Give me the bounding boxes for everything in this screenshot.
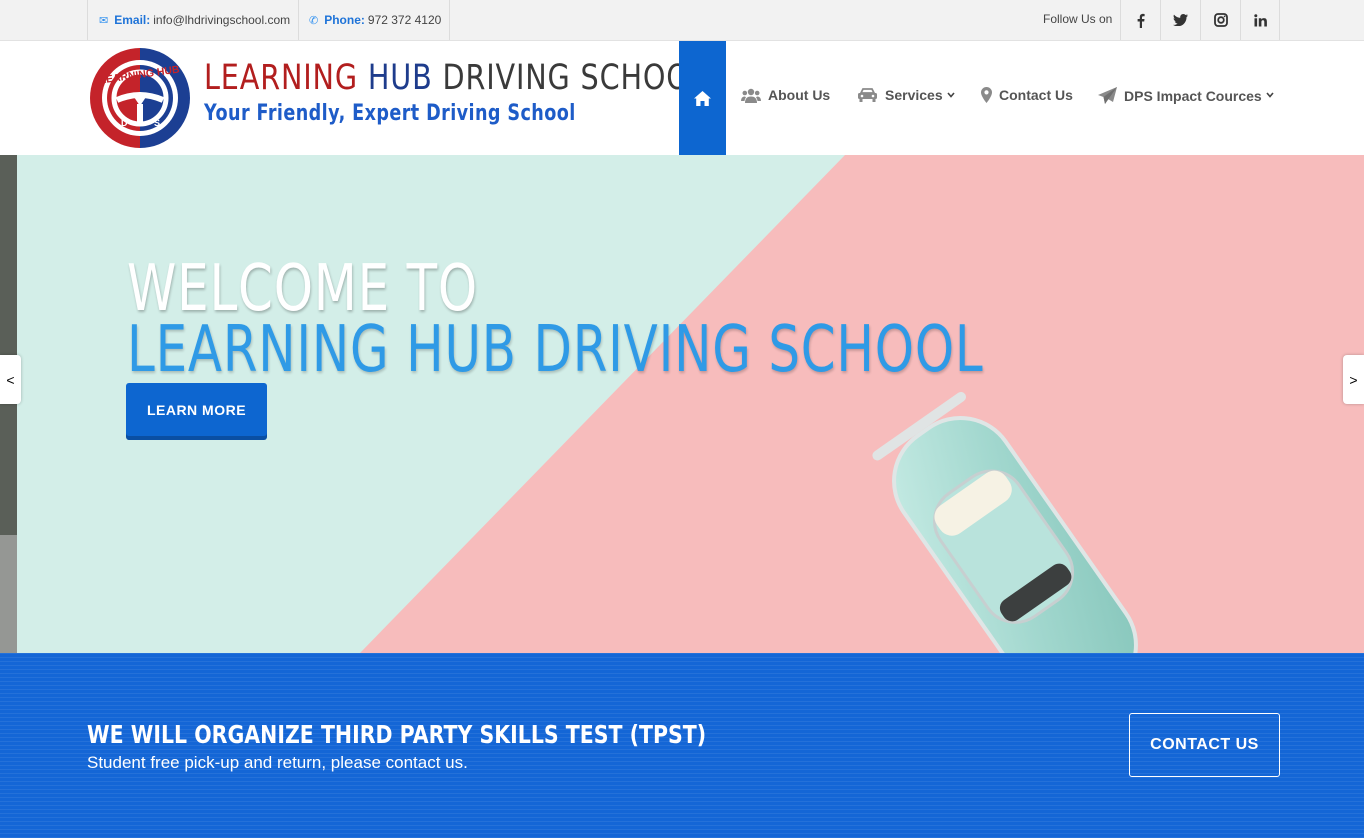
callout-subtitle: Student free pick-up and return, please … bbox=[87, 753, 468, 772]
email-label: Email: bbox=[114, 13, 151, 27]
hero-slider: WELCOME TO LEARNING HUB DRIVING SCHOOL L… bbox=[0, 155, 1364, 653]
phone-value[interactable]: 972 372 4120 bbox=[368, 13, 441, 27]
tpst-callout: WE WILL ORGANIZE THIRD PARTY SKILLS TEST… bbox=[0, 653, 1364, 838]
phone-label: Phone: bbox=[324, 13, 365, 27]
brand-tagline: Your Friendly, Expert Driving School bbox=[204, 101, 576, 126]
nav-dps-label: DPS Impact Cources bbox=[1124, 87, 1262, 104]
nav-about-us-label: About Us bbox=[768, 87, 831, 103]
nav-contact-us[interactable]: Contact Us bbox=[981, 87, 1073, 103]
top-bar: ✉ Email: info@lhdrivingschool.com ✆ Phon… bbox=[0, 0, 1364, 41]
site-header: LEARNING HUB D S LEARNING HUB DRIVING SC… bbox=[0, 41, 1364, 155]
phone-icon: ✆ bbox=[309, 14, 319, 27]
contact-us-button[interactable]: CONTACT US bbox=[1129, 713, 1280, 777]
slider-next-button[interactable]: > bbox=[1343, 355, 1364, 404]
logo-letter-s: S bbox=[154, 118, 160, 128]
email-contact[interactable]: ✉ Email: info@lhdrivingschool.com bbox=[87, 0, 299, 40]
nav-contact-us-label: Contact Us bbox=[999, 87, 1073, 103]
paper-plane-icon bbox=[1098, 87, 1117, 104]
email-value[interactable]: info@lhdrivingschool.com bbox=[153, 13, 290, 27]
brand-word-hub: HUB bbox=[367, 58, 433, 98]
nav-dps-impact-cources[interactable]: DPS Impact Cources bbox=[1098, 87, 1274, 104]
chevron-down-icon bbox=[947, 90, 955, 101]
brand-word-learning: LEARNING bbox=[204, 58, 358, 98]
follow-us-text: Follow Us on bbox=[1043, 12, 1113, 26]
chevron-down-icon bbox=[1266, 90, 1274, 101]
nav-home-button[interactable] bbox=[679, 41, 726, 155]
car-icon bbox=[857, 88, 878, 102]
nav-services[interactable]: Services bbox=[857, 87, 955, 103]
home-icon bbox=[694, 90, 711, 106]
hero-school-name: LEARNING HUB DRIVING SCHOOL bbox=[127, 313, 984, 387]
logo-letter-d: D bbox=[121, 118, 128, 128]
envelope-icon: ✉ bbox=[99, 14, 109, 27]
phone-contact[interactable]: ✆ Phone: 972 372 4120 bbox=[299, 0, 450, 40]
map-marker-icon bbox=[981, 87, 992, 103]
learn-more-button[interactable]: LEARN MORE bbox=[126, 383, 267, 436]
brand-name[interactable]: LEARNING HUB DRIVING SCHOOL bbox=[204, 58, 706, 98]
linkedin-icon[interactable] bbox=[1240, 0, 1280, 40]
callout-title: WE WILL ORGANIZE THIRD PARTY SKILLS TEST… bbox=[87, 720, 707, 749]
facebook-icon[interactable] bbox=[1120, 0, 1160, 40]
nav-about-us[interactable]: About Us bbox=[741, 87, 830, 103]
instagram-icon[interactable] bbox=[1200, 0, 1240, 40]
logo-steering-wheel-icon[interactable]: LEARNING HUB D S bbox=[87, 48, 193, 148]
users-icon bbox=[741, 88, 761, 103]
slider-prev-button[interactable]: < bbox=[0, 355, 21, 404]
brand-word-driving-school: DRIVING SCHOOL bbox=[442, 58, 707, 98]
twitter-icon[interactable] bbox=[1160, 0, 1200, 40]
nav-services-label: Services bbox=[885, 87, 943, 103]
